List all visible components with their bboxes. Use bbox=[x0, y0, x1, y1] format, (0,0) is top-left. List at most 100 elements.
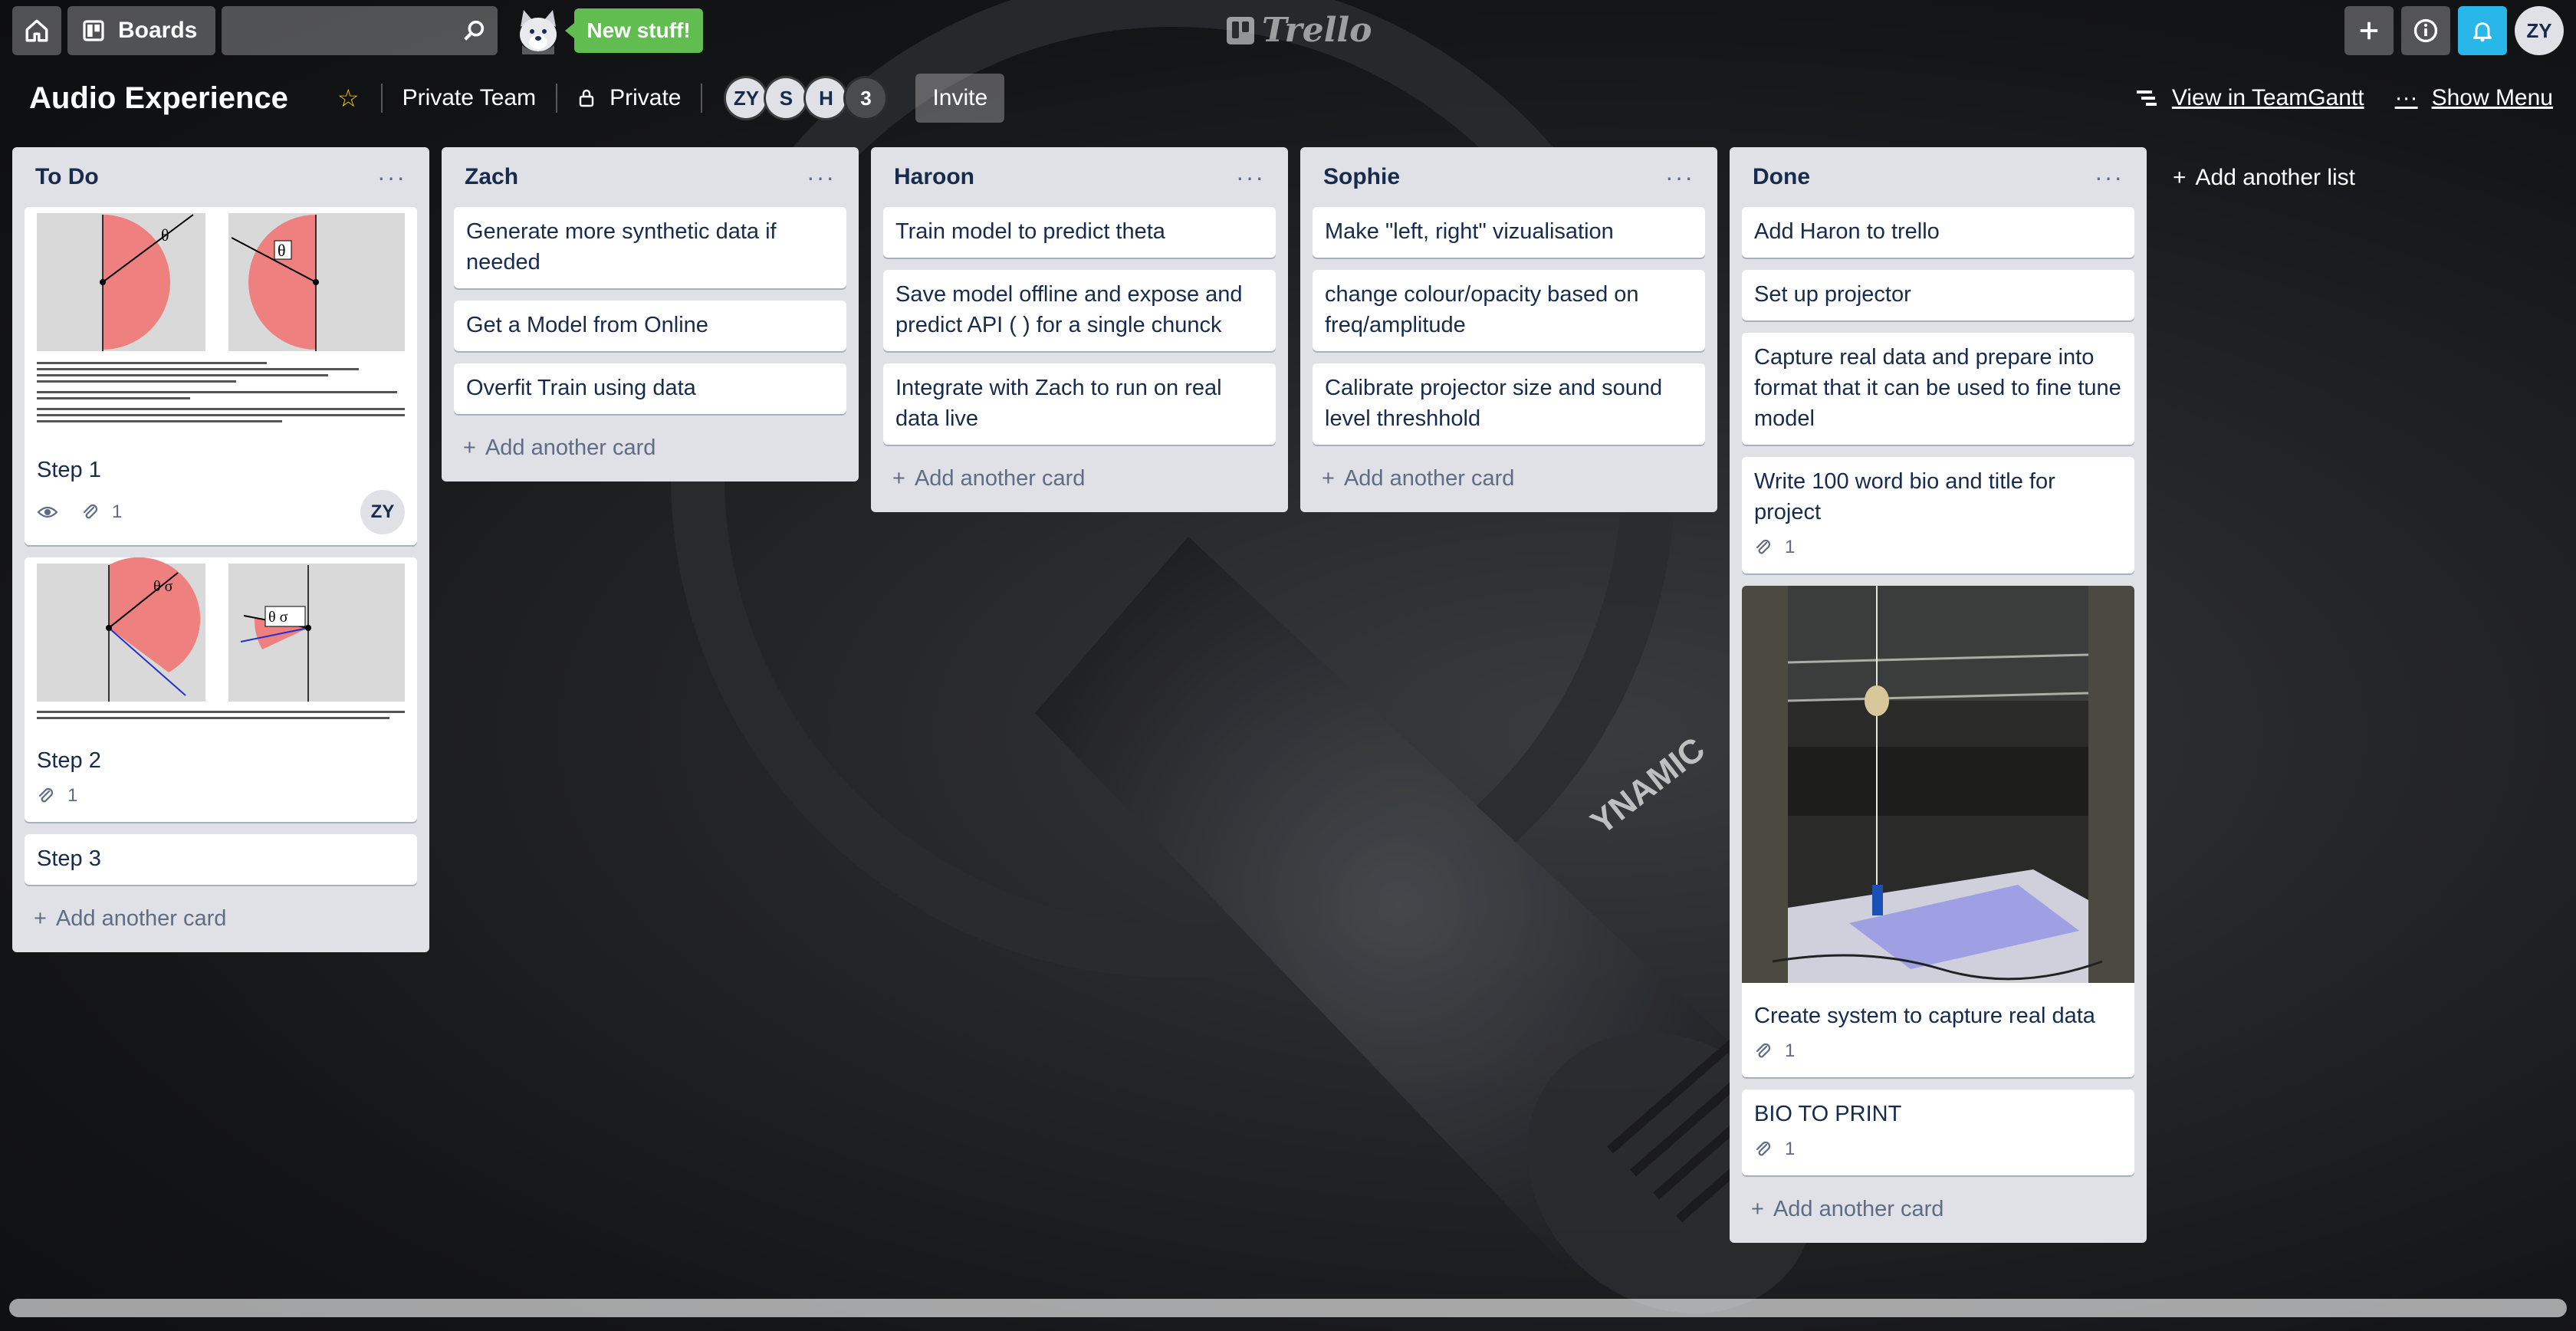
card-member-avatar[interactable]: ZY bbox=[360, 490, 405, 534]
divider bbox=[701, 84, 703, 113]
list-header[interactable]: Sophie ··· bbox=[1313, 147, 1705, 207]
card[interactable]: change colour/opacity based on freq/ampl… bbox=[1313, 270, 1705, 351]
attachment-badge: 1 bbox=[37, 781, 77, 811]
card[interactable]: Set up projector bbox=[1742, 270, 2134, 320]
add-card-button[interactable]: + Add another card bbox=[1313, 457, 1705, 500]
list-menu-icon[interactable]: ··· bbox=[377, 165, 406, 189]
card[interactable]: Calibrate projector size and sound level… bbox=[1313, 363, 1705, 445]
star-icon[interactable]: ☆ bbox=[322, 84, 375, 113]
list-title[interactable]: To Do bbox=[35, 164, 99, 190]
list-header[interactable]: To Do ··· bbox=[25, 147, 417, 207]
card-badges: 1 bbox=[37, 781, 405, 811]
card[interactable]: Add Haron to trello bbox=[1742, 207, 2134, 258]
scrollbar-thumb[interactable] bbox=[9, 1299, 2567, 1317]
add-card-button[interactable]: + Add another card bbox=[1742, 1188, 2134, 1231]
list-menu-icon[interactable]: ··· bbox=[1236, 165, 1265, 189]
search-input[interactable] bbox=[222, 6, 498, 55]
paperclip-icon bbox=[1756, 1141, 1771, 1156]
card[interactable]: Make "left, right" vizualisation bbox=[1313, 207, 1705, 258]
svg-text:θ: θ bbox=[278, 241, 286, 260]
card[interactable]: BIO TO PRINT 1 bbox=[1742, 1089, 2134, 1175]
card-badges: 1 ZY bbox=[37, 490, 405, 534]
svg-text:θ σ: θ σ bbox=[153, 578, 173, 595]
list-menu-icon[interactable]: ··· bbox=[807, 165, 836, 189]
show-menu-button[interactable]: ··· Show Menu bbox=[2395, 85, 2553, 111]
member-avatar[interactable]: ZY bbox=[724, 76, 769, 120]
divider bbox=[556, 84, 558, 113]
add-card-label: Add another card bbox=[485, 435, 656, 460]
horizontal-scrollbar[interactable] bbox=[9, 1299, 2567, 1317]
card-step-1[interactable]: θ θ Step 1 1 ZY bbox=[25, 207, 417, 545]
list-zach: Zach ··· Generate more synthetic data if… bbox=[442, 147, 859, 481]
taco-mascot-icon[interactable] bbox=[511, 4, 565, 58]
trello-logo-icon bbox=[1227, 16, 1254, 44]
teamgantt-button[interactable]: View in TeamGantt bbox=[2135, 85, 2364, 111]
board-title[interactable]: Audio Experience bbox=[29, 81, 288, 116]
invite-label: Invite bbox=[932, 85, 988, 110]
card-title: Integrate with Zach to run on real data … bbox=[895, 376, 1222, 431]
gantt-icon bbox=[2136, 90, 2157, 106]
list-title[interactable]: Done bbox=[1753, 164, 1810, 190]
add-card-button[interactable]: + Add another card bbox=[883, 457, 1276, 500]
add-card-label: Add another card bbox=[1773, 1196, 1944, 1221]
card-title: Create system to capture real data bbox=[1754, 1004, 2095, 1028]
card-title: Calibrate projector size and sound level… bbox=[1325, 376, 1663, 431]
list-menu-icon[interactable]: ··· bbox=[2095, 165, 2124, 189]
info-button[interactable] bbox=[2401, 6, 2450, 55]
more-icon: ··· bbox=[2394, 85, 2418, 110]
boards-button[interactable]: Boards bbox=[67, 6, 216, 55]
paperclip-icon bbox=[1756, 539, 1771, 554]
list-menu-icon[interactable]: ··· bbox=[1665, 165, 1694, 189]
create-button[interactable] bbox=[2344, 6, 2394, 55]
card-badges: 1 bbox=[1754, 1036, 2122, 1066]
trello-logo[interactable]: Trello bbox=[1227, 11, 1372, 50]
card[interactable]: Overfit Train using data bbox=[454, 363, 846, 414]
list-title[interactable]: Zach bbox=[465, 164, 518, 190]
add-card-button[interactable]: + Add another card bbox=[454, 426, 846, 469]
list-header[interactable]: Haroon ··· bbox=[883, 147, 1276, 207]
card-with-photo[interactable]: Create system to capture real data 1 bbox=[1742, 586, 2134, 1077]
plus-icon: + bbox=[892, 465, 905, 491]
boards-icon bbox=[83, 20, 104, 41]
member-overflow-count[interactable]: 3 bbox=[843, 76, 889, 120]
attachment-count: 1 bbox=[1785, 1139, 1796, 1159]
card[interactable]: Capture real data and prepare into forma… bbox=[1742, 333, 2134, 445]
card[interactable]: Train model to predict theta bbox=[883, 207, 1276, 258]
home-button[interactable] bbox=[12, 6, 61, 55]
lock-icon bbox=[579, 89, 594, 107]
member-avatar[interactable]: H bbox=[803, 76, 849, 120]
team-button[interactable]: Private Team bbox=[389, 74, 550, 123]
list-header[interactable]: Zach ··· bbox=[454, 147, 846, 207]
list-header[interactable]: Done ··· bbox=[1742, 147, 2134, 207]
card-step-2[interactable]: θ σ θ σ Step 2 1 bbox=[25, 557, 417, 822]
divider bbox=[380, 84, 383, 113]
card-title: Generate more synthetic data if needed bbox=[466, 219, 777, 274]
card-title: Step 2 bbox=[37, 748, 101, 773]
invite-button[interactable]: Invite bbox=[915, 74, 1005, 123]
card[interactable]: Generate more synthetic data if needed bbox=[454, 207, 846, 288]
add-card-button[interactable]: + Add another card bbox=[25, 897, 417, 940]
card-badges: 1 bbox=[1754, 532, 2122, 563]
user-avatar[interactable]: ZY bbox=[2515, 6, 2564, 55]
list-title[interactable]: Sophie bbox=[1323, 164, 1400, 190]
svg-text:θ: θ bbox=[161, 225, 169, 245]
notifications-button[interactable] bbox=[2458, 6, 2507, 55]
card-cover-diagram: θ θ bbox=[25, 207, 417, 437]
eye-icon bbox=[37, 506, 58, 518]
info-icon bbox=[2413, 18, 2438, 43]
card[interactable]: Save model offline and expose and predic… bbox=[883, 270, 1276, 351]
card[interactable]: Write 100 word bio and title for project… bbox=[1742, 457, 2134, 573]
new-stuff-button[interactable]: New stuff! bbox=[565, 8, 703, 53]
header-actions: ZY bbox=[2344, 6, 2564, 55]
card-step-3[interactable]: Step 3 bbox=[25, 834, 417, 885]
add-list-button[interactable]: + Add another list bbox=[2159, 147, 2576, 209]
member-avatar[interactable]: S bbox=[764, 76, 809, 120]
card-title: Make "left, right" vizualisation bbox=[1325, 219, 1614, 244]
paperclip-icon bbox=[1756, 1043, 1771, 1058]
search-icon[interactable] bbox=[461, 18, 487, 44]
card[interactable]: Get a Model from Online bbox=[454, 301, 846, 351]
visibility-button[interactable]: Private bbox=[564, 74, 695, 123]
list-title[interactable]: Haroon bbox=[894, 164, 974, 190]
card[interactable]: Integrate with Zach to run on real data … bbox=[883, 363, 1276, 445]
paperclip-icon bbox=[38, 787, 54, 803]
